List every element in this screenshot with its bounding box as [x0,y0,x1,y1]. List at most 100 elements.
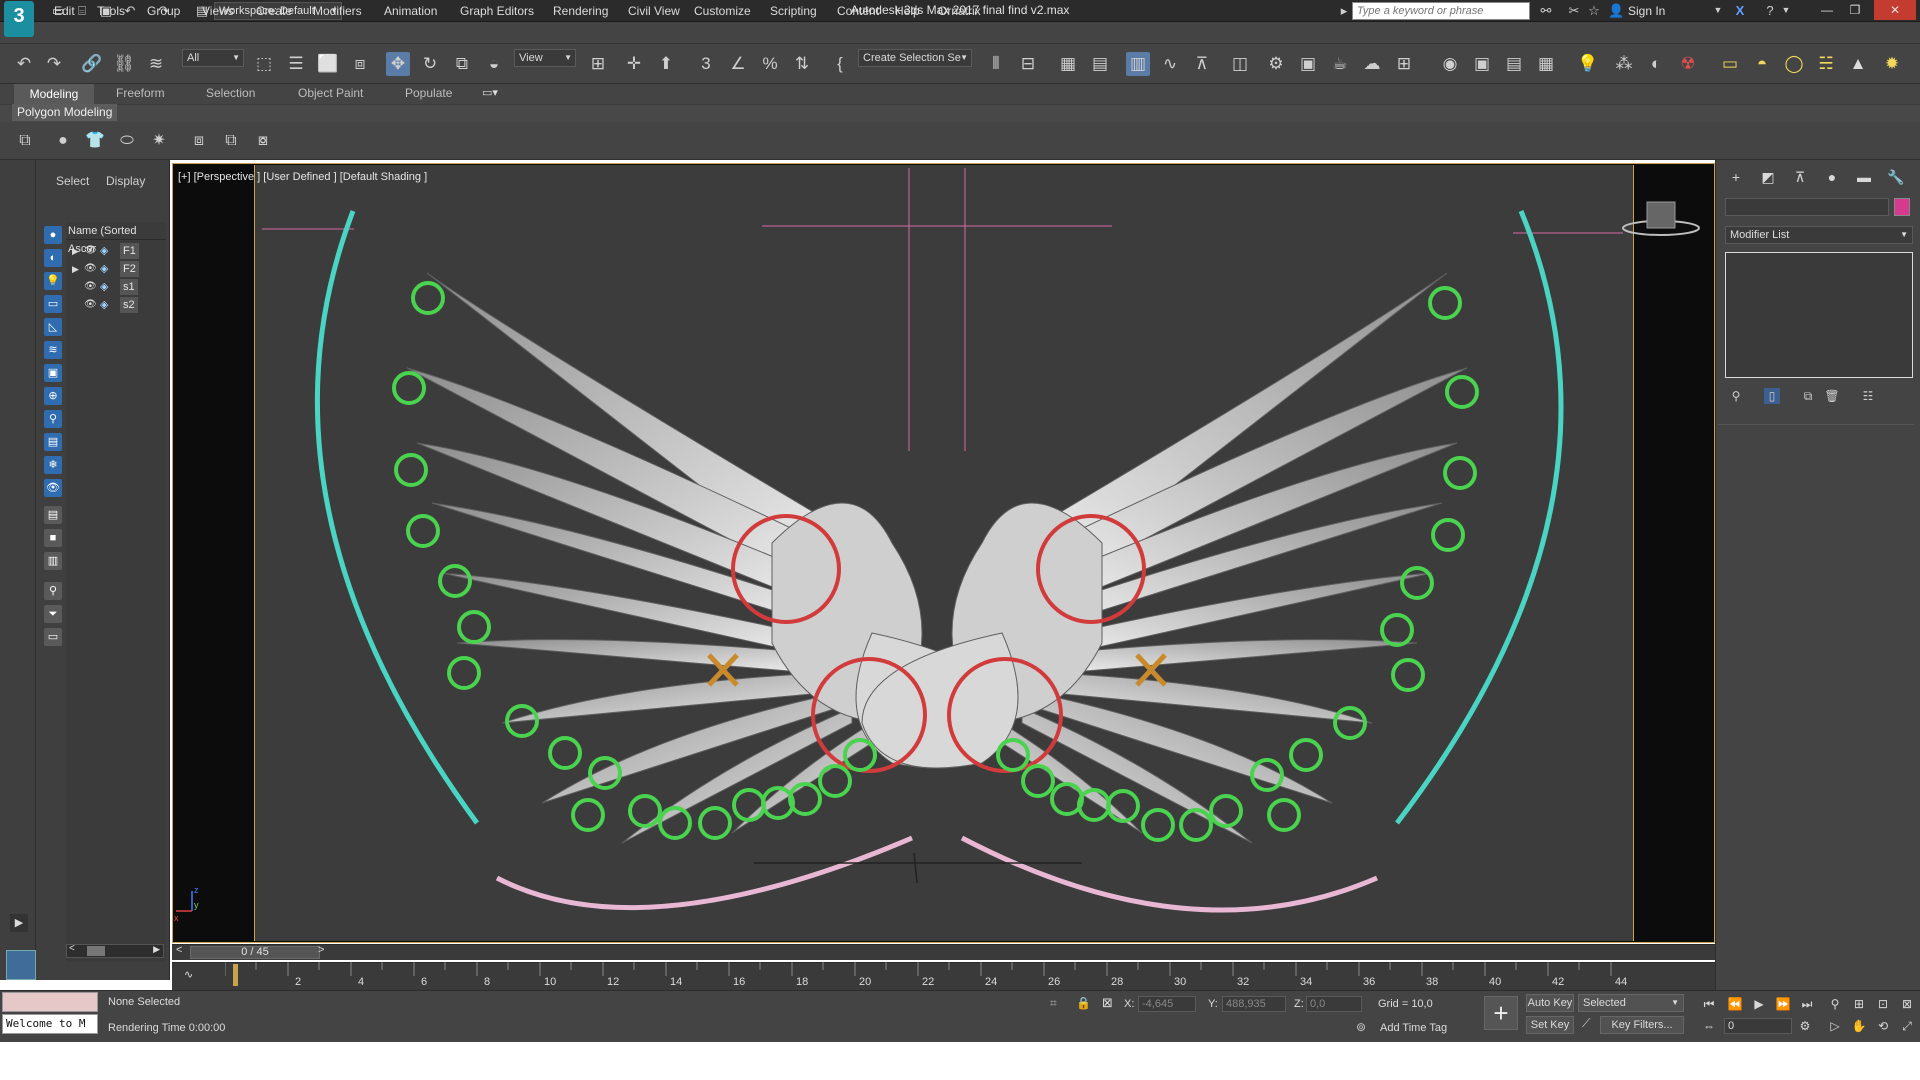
unlink-icon[interactable]: ⛓ [112,52,136,76]
z-coordinate-field[interactable]: 0,0 [1306,996,1362,1012]
tools-icon[interactable]: ✂ [1566,3,1582,18]
object-color-swatch[interactable] [1894,198,1910,216]
reference-coordinate-dropdown[interactable]: View ▼ [514,49,576,67]
filter-containers-icon[interactable]: ▤ [44,433,62,451]
filter-shapes-icon[interactable]: ◐ [44,249,62,267]
user-icon[interactable]: 👤 [1608,3,1624,18]
configure-modifier-sets-icon[interactable]: ☷ [1860,388,1876,404]
motion-tab-icon[interactable]: ● [1822,168,1842,186]
add-time-tag[interactable]: Add Time Tag [1380,1022,1447,1034]
vray-settings-icon[interactable]: ▤ [1502,52,1526,76]
zoom-icon[interactable]: ⚲ [1826,996,1844,1012]
menu-edit[interactable]: Edit [54,4,75,18]
scatter-icon[interactable]: ⁂ [1612,52,1636,76]
menu-group[interactable]: Group [147,4,180,18]
filter-icon[interactable]: ⏷ [44,605,62,623]
scene-explorer-tab-display[interactable]: Display [106,174,145,188]
ribbon-tab-object-paint[interactable]: Object Paint [298,86,363,100]
spot-light-icon[interactable]: ▲ [1846,52,1870,76]
curve-editor-icon[interactable]: ∿ [1158,52,1182,76]
scene-explorer-column-header[interactable]: Name (Sorted Ascer [66,222,166,255]
sphere-light-icon[interactable]: ◯ [1782,52,1806,76]
percent-snap-icon[interactable]: % [758,52,782,76]
filter-helpers-icon[interactable]: ◺ [44,318,62,336]
visibility-icon[interactable]: 👁 [84,242,97,260]
display-lights-icon[interactable]: ⬭ [116,130,138,152]
menu-customize[interactable]: Customize [694,4,751,18]
make-unique-icon[interactable]: ⧉ [1800,388,1816,404]
filter-frozen-icon[interactable]: ❄ [44,456,62,474]
auto-key-button[interactable]: Auto Key [1526,994,1574,1012]
ribbon-tab-populate[interactable]: Populate [405,86,452,100]
remove-modifier-icon[interactable]: 🗑 [1824,388,1840,404]
snaps-toggle-icon[interactable]: 3 [694,52,718,76]
expand-icon[interactable]: ▶ [72,260,80,278]
filter-lights-icon[interactable]: 💡 [44,272,62,290]
menu-views[interactable]: Views [202,4,234,18]
material-editor-icon[interactable]: ◫ [1228,52,1252,76]
ribbon-options-icon[interactable]: ▭▾ [482,86,498,99]
proxy-icon[interactable]: ◐ [1644,52,1668,76]
key-mode-toggle-icon[interactable]: ⇔ [1700,1018,1718,1034]
scroll-left-icon[interactable]: < [69,943,75,954]
key-mode-dropdown[interactable]: Selected ▼ [1578,994,1684,1012]
window-crossing-icon[interactable]: ⧈ [348,52,372,76]
select-by-name-icon[interactable]: ☰ [284,52,308,76]
time-slider-next-icon[interactable]: > [318,944,324,956]
display-cameras-icon[interactable]: ⧈ [188,130,210,152]
maxscript-listener[interactable]: Welcome to M [2,1014,98,1034]
render-setup-icon[interactable]: ⚙ [1264,52,1288,76]
menu-ornatrix[interactable]: Ornatrix [938,4,981,18]
list-item[interactable]: ▶ 👁 ◈ F2 [66,260,166,278]
list-item[interactable]: 👁 ◈ s2 [66,296,166,314]
scroll-thumb[interactable] [87,946,105,956]
plane-icon[interactable]: ▭ [1718,52,1742,76]
display-all-objects-icon[interactable]: ▤ [44,506,62,524]
minimize-icon[interactable]: — [1814,0,1840,20]
sun-icon[interactable]: ✹ [1880,52,1904,76]
edit-named-selection-icon[interactable]: { [828,52,852,76]
go-to-start-icon[interactable]: ⏮ [1700,996,1718,1012]
display-all-icon[interactable]: ⧇ [252,130,274,152]
vray-frame-buffer-icon[interactable]: ◉ [1438,52,1462,76]
ribbon-tab-freeform[interactable]: Freeform [116,86,165,100]
close-icon[interactable]: ✕ [1874,0,1916,20]
bind-space-warp-icon[interactable]: ≋ [144,52,168,76]
display-tab-icon[interactable]: ▬ [1854,168,1874,186]
selection-filter-dropdown[interactable]: All ▼ [182,49,244,67]
named-selection-dropdown[interactable]: Create Selection Se ▼ [858,49,972,67]
undo-icon[interactable]: ↶ [12,52,36,76]
selection-lock-icon[interactable]: 🔒 [1076,996,1091,1010]
zoom-extents-icon[interactable]: ⊡ [1874,996,1892,1012]
display-spacewarps-icon[interactable]: ⧉ [220,130,242,152]
mirror-icon[interactable]: ⫴ [984,52,1008,76]
manipulate-icon[interactable]: ⬆ [654,52,678,76]
expand-icon[interactable]: ▶ [72,242,80,260]
menu-civil-view[interactable]: Civil View [628,4,680,18]
menu-modifiers[interactable]: Modifiers [313,4,362,18]
display-none-icon[interactable]: ■ [44,529,62,547]
zoom-extents-all-icon[interactable]: ⊠ [1898,996,1916,1012]
dome-light-icon[interactable]: ◓ [1750,52,1774,76]
rendered-frame-window-icon[interactable]: ▣ [1296,52,1320,76]
keyboard-shortcut-override-icon[interactable]: ✛ [622,52,646,76]
scene-explorer-scrollbar[interactable]: < ▶ [66,943,164,958]
search-input[interactable] [1352,2,1530,20]
menu-scripting[interactable]: Scripting [770,4,817,18]
exchange-icon[interactable]: X [1732,3,1748,18]
a360-gallery-icon[interactable]: ⊞ [1392,52,1416,76]
scroll-right-icon[interactable]: ▶ [153,944,160,955]
render-in-cloud-icon[interactable]: ☁ [1360,52,1384,76]
x-coordinate-field[interactable]: -4,645 [1138,996,1196,1012]
menu-create[interactable]: Create [256,4,292,18]
viewport-scene[interactable]: z y x [172,163,1715,943]
vray-render-icon[interactable]: ▣ [1470,52,1494,76]
scene-explorer-menu-icon[interactable]: ⧉ [12,130,38,152]
spinner-snap-icon[interactable]: ⇅ [790,52,814,76]
display-geometry-icon[interactable]: ● [52,130,74,152]
select-and-move-icon[interactable]: ✥ [386,52,410,76]
key-filters-button[interactable]: Key Filters... [1600,1016,1684,1034]
list-item[interactable]: ▶ 👁 ◈ F1 [66,242,166,260]
pan-view-icon[interactable]: ✋ [1850,1018,1868,1034]
absolute-mode-icon[interactable]: ⊠ [1102,995,1113,1011]
